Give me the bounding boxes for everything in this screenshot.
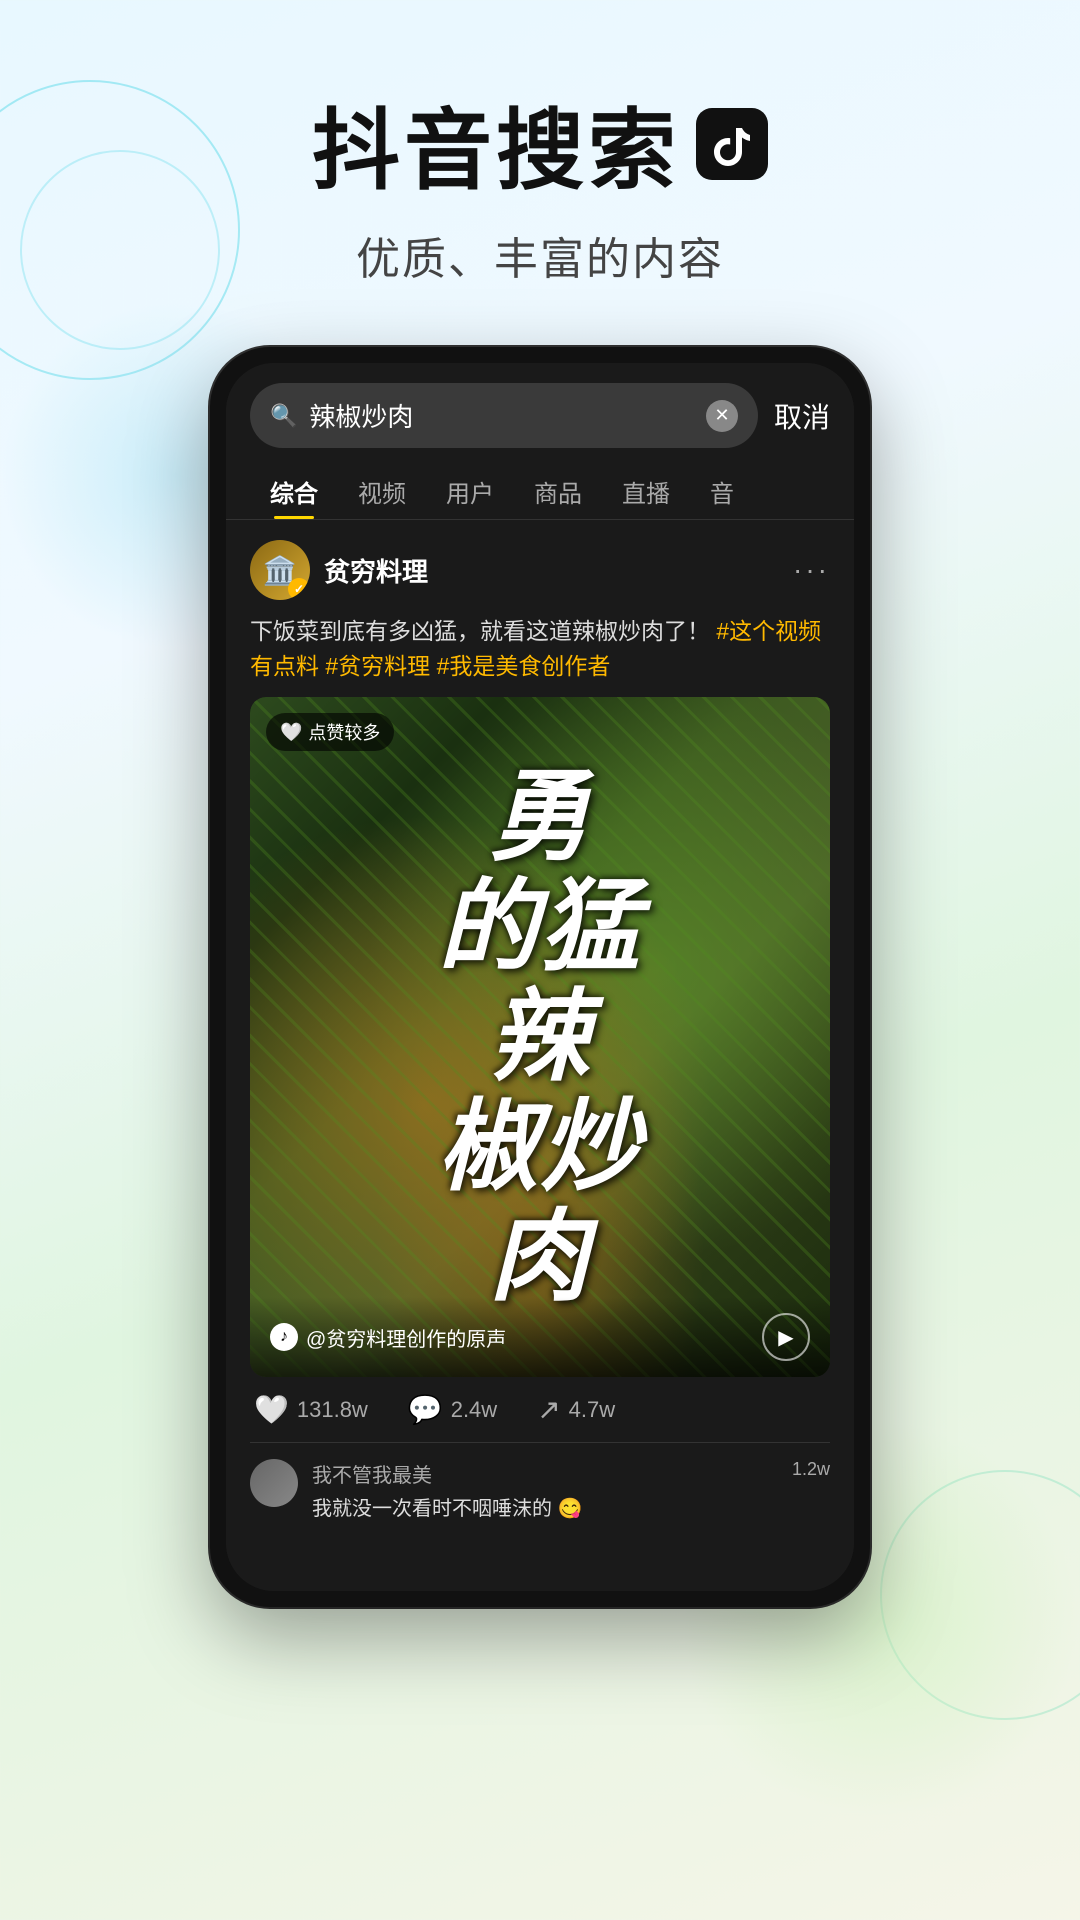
author-name[interactable]: 贫穷料理 <box>324 552 428 589</box>
tiktok-small-icon: ♪ <box>270 1323 298 1351</box>
phone-container: 🔍 辣椒炒肉 ✕ 取消 综合 视频 用户 商品 <box>0 347 1080 1607</box>
comment-count: 2.4w <box>451 1397 497 1423</box>
search-icon: 🔍 <box>270 403 297 429</box>
tab-综合[interactable]: 综合 <box>250 464 338 519</box>
tiktok-brand-icon <box>696 108 768 180</box>
interaction-bar: 🤍 131.8w 💬 2.4w ↗ 4.7w <box>250 1393 830 1426</box>
video-title-overlay: 勇的猛辣椒炒肉 <box>250 762 830 1312</box>
commenter-name: 我不管我最美 <box>312 1459 778 1488</box>
tab-商品[interactable]: 商品 <box>514 464 602 519</box>
phone-screen: 🔍 辣椒炒肉 ✕ 取消 综合 视频 用户 商品 <box>226 363 854 1591</box>
subtitle-text: 优质、丰富的内容 <box>0 223 1080 287</box>
tab-用户[interactable]: 用户 <box>426 464 514 519</box>
comment-likes: 1.2w <box>792 1459 830 1480</box>
like-interaction[interactable]: 🤍 131.8w <box>254 1393 368 1426</box>
tabs-navigation: 综合 视频 用户 商品 直播 音 <box>226 448 854 519</box>
search-query-text: 辣椒炒肉 <box>309 397 694 434</box>
share-count: 4.7w <box>569 1397 615 1423</box>
search-bar-area: 🔍 辣椒炒肉 ✕ 取消 <box>226 363 854 448</box>
post-description: 下饭菜到底有多凶猛，就看这道辣椒炒肉了！ <box>250 618 710 644</box>
share-icon: ↗ <box>537 1393 560 1426</box>
tab-直播[interactable]: 直播 <box>602 464 690 519</box>
post-author: 🏛️ ✓ 贫穷料理 <box>250 540 428 600</box>
clear-search-button[interactable]: ✕ <box>706 400 738 432</box>
like-icon: 🤍 <box>254 1393 289 1426</box>
verified-badge: ✓ <box>288 578 310 600</box>
share-interaction[interactable]: ↗ 4.7w <box>537 1393 615 1426</box>
commenter-avatar <box>250 1459 298 1507</box>
comment-content: 我不管我最美 我就没一次看时不咽唾沫的 😋 <box>312 1459 778 1521</box>
video-thumbnail[interactable]: 🤍 点赞较多 勇的猛辣椒炒肉 ♪ @贫穷料理创作的原声 <box>250 697 830 1377</box>
post-header: 🏛️ ✓ 贫穷料理 ··· <box>250 540 830 600</box>
video-background: 🤍 点赞较多 勇的猛辣椒炒肉 ♪ @贫穷料理创作的原声 <box>250 697 830 1377</box>
more-options-button[interactable]: ··· <box>793 554 830 586</box>
comment-interaction[interactable]: 💬 2.4w <box>408 1393 497 1426</box>
post-text: 下饭菜到底有多凶猛，就看这道辣椒炒肉了！ #这个视频有点料 #贫穷料理 #我是美… <box>250 614 830 683</box>
heart-icon: 🤍 <box>280 722 302 743</box>
content-area: 🏛️ ✓ 贫穷料理 ··· 下饭菜到底有多凶猛，就看这道辣椒炒肉了！ #这个视频… <box>226 520 854 1591</box>
search-input-wrap[interactable]: 🔍 辣椒炒肉 ✕ <box>250 383 758 448</box>
video-bottom-bar: ♪ @贫穷料理创作的原声 ▶ <box>250 1297 830 1377</box>
header-section: 抖音搜索 优质、丰富的内容 <box>0 0 1080 327</box>
comment-text: 我就没一次看时不咽唾沫的 😋 <box>312 1492 778 1521</box>
tab-音[interactable]: 音 <box>690 464 754 519</box>
comment-preview: 我不管我最美 我就没一次看时不咽唾沫的 😋 1.2w <box>250 1442 830 1521</box>
cancel-search-button[interactable]: 取消 <box>774 396 830 436</box>
video-source: ♪ @贫穷料理创作的原声 <box>270 1323 506 1352</box>
hot-badge-text: 点赞较多 <box>308 719 380 745</box>
video-source-text: @贫穷料理创作的原声 <box>306 1323 506 1352</box>
comment-icon: 💬 <box>408 1393 443 1426</box>
video-big-text: 勇的猛辣椒炒肉 <box>250 762 830 1312</box>
main-title-text: 抖音搜索 <box>312 80 680 207</box>
play-button[interactable]: ▶ <box>762 1313 810 1361</box>
hot-badge: 🤍 点赞较多 <box>266 713 394 751</box>
like-count: 131.8w <box>297 1397 368 1423</box>
author-avatar[interactable]: 🏛️ ✓ <box>250 540 310 600</box>
phone-mockup: 🔍 辣椒炒肉 ✕ 取消 综合 视频 用户 商品 <box>210 347 870 1607</box>
tab-视频[interactable]: 视频 <box>338 464 426 519</box>
main-title-container: 抖音搜索 <box>0 80 1080 207</box>
